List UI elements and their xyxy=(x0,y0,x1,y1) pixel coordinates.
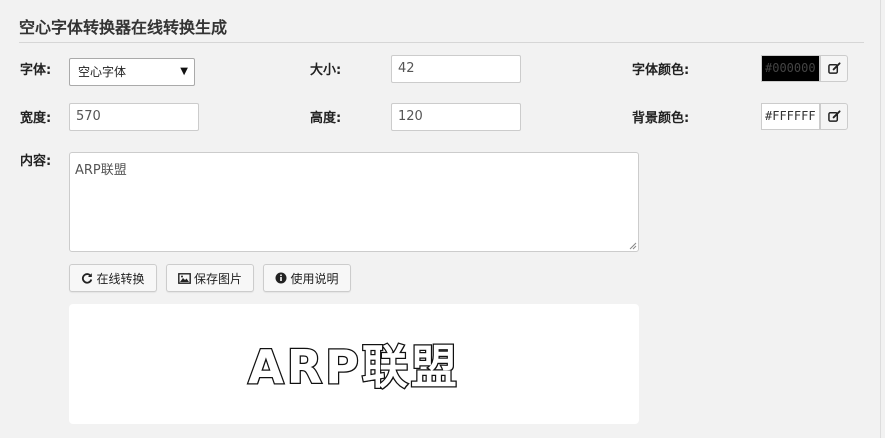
content-label: 内容: xyxy=(20,154,52,169)
save-image-button-label: 保存图片 xyxy=(193,271,242,286)
width-input[interactable]: 570 xyxy=(69,103,199,131)
font-label: 字体: xyxy=(20,63,52,78)
convert-button[interactable]: 在线转换 xyxy=(69,264,157,292)
page-right-border xyxy=(880,0,881,438)
bg-color-label: 背景颜色: xyxy=(632,111,690,126)
preview-canvas: ARP联盟 xyxy=(69,304,639,424)
resize-grip-icon[interactable] xyxy=(629,242,637,250)
image-icon xyxy=(178,272,191,284)
page: 空心字体转换器在线转换生成 字体: 空心字体 ▼ 大小: 42 字体颜色: #0… xyxy=(0,0,885,438)
content-text: ARP联盟 xyxy=(75,163,127,178)
font-color-picker-button[interactable] xyxy=(820,55,848,82)
content-textarea[interactable]: ARP联盟 xyxy=(69,152,639,252)
height-label: 高度: xyxy=(310,111,342,126)
refresh-icon xyxy=(82,273,93,284)
save-image-button[interactable]: 保存图片 xyxy=(166,264,254,292)
size-input[interactable]: 42 xyxy=(391,55,521,83)
chevron-down-icon: ▼ xyxy=(180,66,188,77)
edit-icon xyxy=(827,62,841,74)
info-icon xyxy=(275,272,287,284)
convert-button-label: 在线转换 xyxy=(96,271,145,286)
edit-icon xyxy=(827,110,841,122)
font-color-label: 字体颜色: xyxy=(632,63,690,78)
preview-outline-text: ARP联盟 xyxy=(247,339,460,396)
font-select[interactable]: 空心字体 ▼ xyxy=(69,58,195,86)
page-title: 空心字体转换器在线转换生成 xyxy=(19,14,864,43)
height-input[interactable]: 120 xyxy=(391,103,521,131)
bg-color-input[interactable]: #FFFFFF xyxy=(761,103,820,130)
bg-color-picker-button[interactable] xyxy=(820,103,848,130)
width-label: 宽度: xyxy=(20,111,52,126)
usage-button[interactable]: 使用说明 xyxy=(263,264,351,292)
font-color-input[interactable]: #000000 xyxy=(761,55,820,82)
size-label: 大小: xyxy=(310,63,342,78)
usage-button-label: 使用说明 xyxy=(290,271,339,286)
font-select-value: 空心字体 xyxy=(78,65,127,79)
